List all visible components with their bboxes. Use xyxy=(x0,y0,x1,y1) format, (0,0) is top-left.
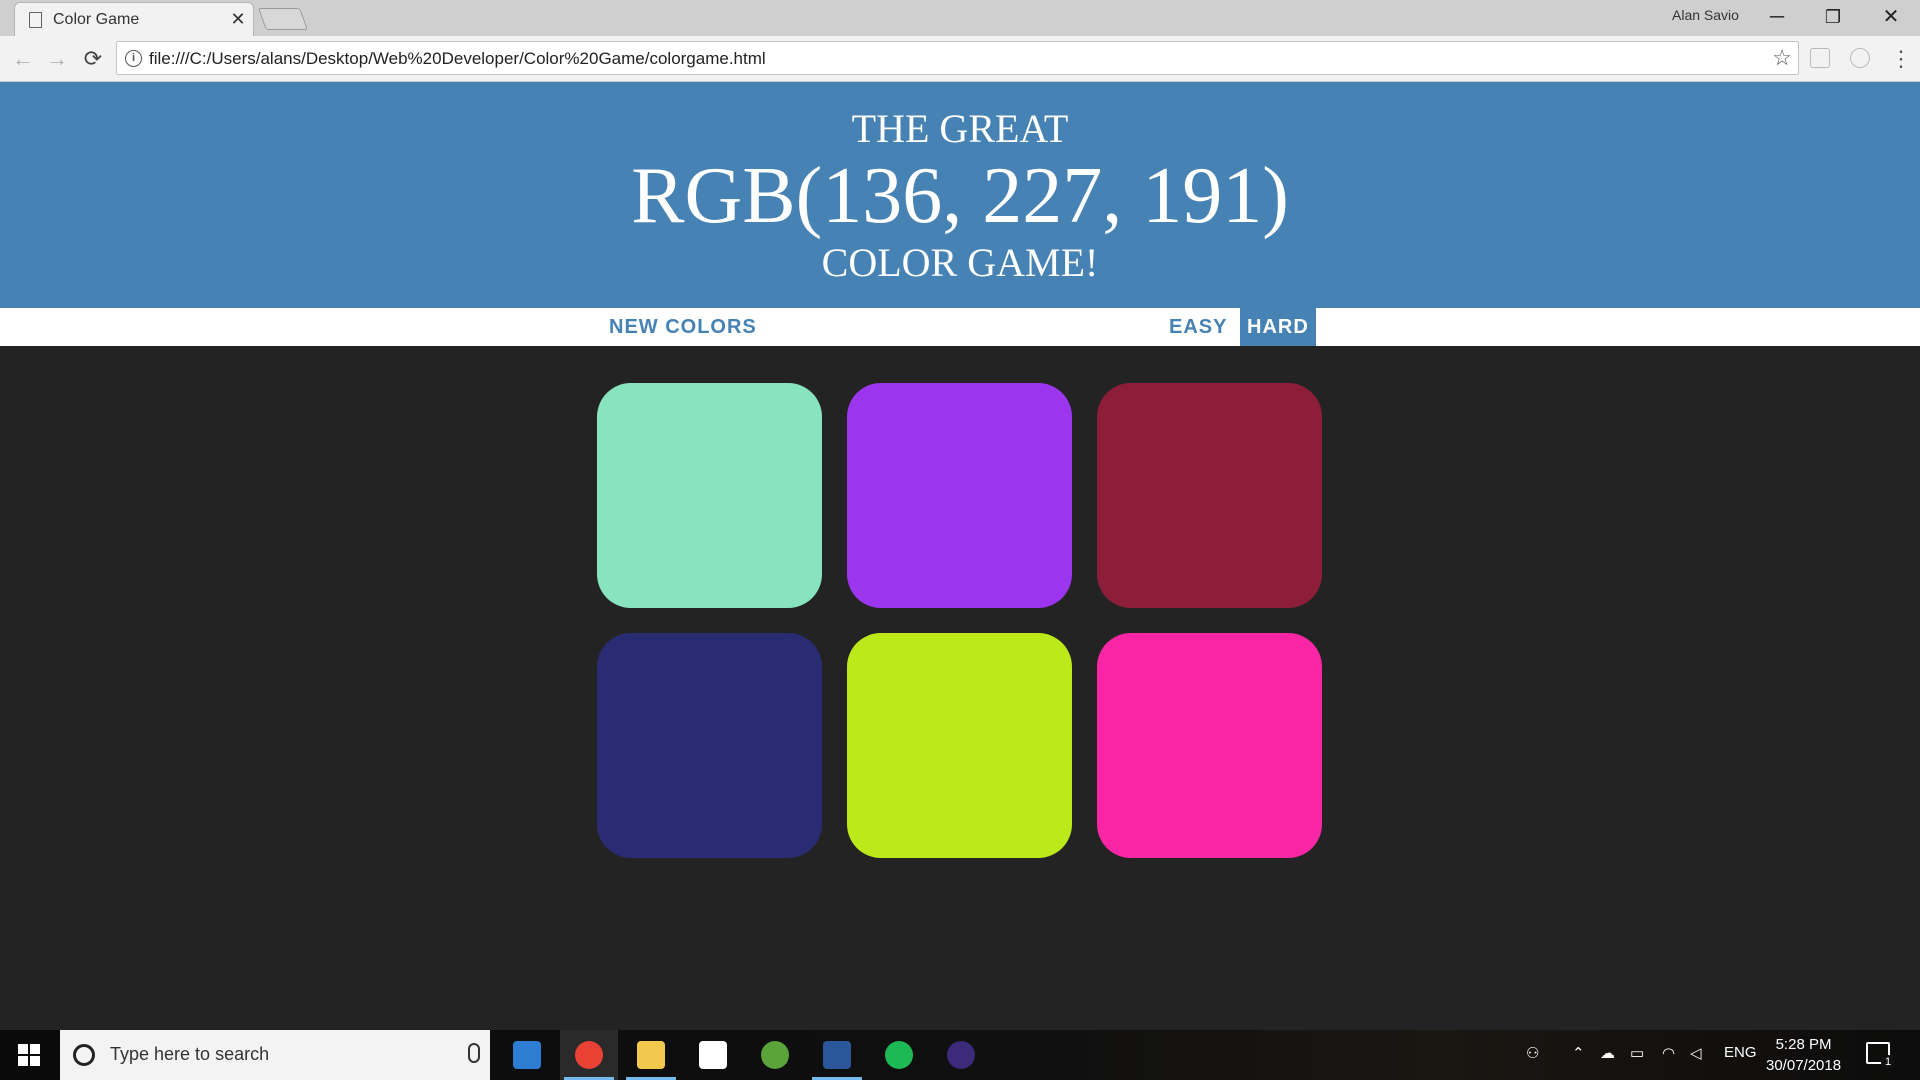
taskbar-app-mail[interactable] xyxy=(684,1030,742,1080)
show-hidden-icons-icon[interactable]: ⌃ xyxy=(1572,1044,1585,1062)
tab-strip: Color Game ✕ Alan Savio ─ ❐ ✕ xyxy=(0,0,1920,36)
taskbar-app-spotify[interactable] xyxy=(870,1030,928,1080)
address-bar[interactable]: i file:///C:/Users/alans/Desktop/Web%20D… xyxy=(116,41,1799,75)
bookmark-star-icon[interactable]: ☆ xyxy=(1772,45,1792,71)
color-square[interactable] xyxy=(597,633,822,858)
color-square[interactable] xyxy=(597,383,822,608)
taskbar-app-file-explorer[interactable] xyxy=(622,1030,680,1080)
minimize-button[interactable]: ─ xyxy=(1752,2,1802,32)
taskbar-app-utorrent[interactable] xyxy=(746,1030,804,1080)
title-line-1: THE GREAT xyxy=(851,106,1069,151)
taskbar-app-edge[interactable] xyxy=(498,1030,556,1080)
color-square[interactable] xyxy=(847,633,1072,858)
reload-button[interactable]: ⟳ xyxy=(78,44,108,74)
browser-chrome: Color Game ✕ Alan Savio ─ ❐ ✕ ← → ⟳ i fi… xyxy=(0,0,1920,82)
title-line-3: COLOR GAME! xyxy=(821,240,1099,285)
edge-icon xyxy=(513,1041,541,1069)
tab-color-game[interactable]: Color Game ✕ xyxy=(14,2,254,36)
url-text[interactable]: file:///C:/Users/alans/Desktop/Web%20Dev… xyxy=(149,49,766,69)
search-placeholder: Type here to search xyxy=(110,1044,270,1064)
chrome-icon xyxy=(575,1041,603,1069)
menu-icon[interactable]: ⋮ xyxy=(1890,44,1912,74)
windows-logo-icon xyxy=(18,1044,28,1054)
info-icon[interactable]: i xyxy=(125,50,142,67)
taskbar-app-eclipse[interactable] xyxy=(932,1030,990,1080)
clock[interactable]: 5:28 PM 30/07/2018 xyxy=(1766,1034,1841,1076)
easy-mode-button[interactable]: EASY xyxy=(1162,308,1234,346)
clock-date: 30/07/2018 xyxy=(1766,1057,1842,1074)
taskbar-search[interactable]: Type here to search xyxy=(60,1030,490,1080)
color-square[interactable] xyxy=(1097,383,1322,608)
start-button[interactable] xyxy=(0,1030,58,1080)
color-square[interactable] xyxy=(1097,633,1322,858)
windows-logo-icon xyxy=(18,1056,28,1066)
windows-logo-icon xyxy=(30,1044,40,1054)
color-square[interactable] xyxy=(847,383,1072,608)
page-content: THE GREAT RGB(136, 227, 191) COLOR GAME!… xyxy=(0,82,1920,1030)
forward-button[interactable]: → xyxy=(42,44,72,74)
profile-name[interactable]: Alan Savio xyxy=(1672,7,1739,23)
microphone-icon[interactable] xyxy=(468,1043,480,1063)
browser-toolbar: ← → ⟳ i file:///C:/Users/alans/Desktop/W… xyxy=(0,36,1920,82)
volume-icon[interactable]: ◁ xyxy=(1690,1044,1702,1062)
mail-icon xyxy=(699,1041,727,1069)
word-icon xyxy=(823,1041,851,1069)
game-header: THE GREAT RGB(136, 227, 191) COLOR GAME! xyxy=(0,82,1920,308)
extension-icon[interactable] xyxy=(1810,48,1830,68)
onedrive-icon[interactable]: ☁ xyxy=(1600,1044,1615,1062)
battery-icon[interactable]: ▭ xyxy=(1630,1044,1644,1062)
windows-logo-icon xyxy=(30,1056,40,1066)
taskbar-app-chrome[interactable] xyxy=(560,1030,618,1080)
taskbar-app-word[interactable] xyxy=(808,1030,866,1080)
file-explorer-icon xyxy=(637,1041,665,1069)
restore-button[interactable]: ❐ xyxy=(1808,2,1858,32)
windows-taskbar: Type here to search ⚇ ⌃ ☁ ▭ ◠ ◁ ENG 5:28… xyxy=(0,1030,1920,1080)
tab-title: Color Game xyxy=(53,11,140,28)
notification-count: 1 xyxy=(1881,1055,1895,1069)
new-tab-button[interactable] xyxy=(257,8,309,30)
back-button[interactable]: ← xyxy=(8,44,38,74)
control-stripe: NEW COLORS EASY HARD xyxy=(0,308,1920,346)
network-icon[interactable]: ◠ xyxy=(1662,1044,1675,1062)
spotify-icon xyxy=(885,1041,913,1069)
tab-close-icon[interactable]: ✕ xyxy=(229,9,247,30)
utorrent-icon xyxy=(761,1041,789,1069)
close-window-button[interactable]: ✕ xyxy=(1866,2,1916,32)
hard-mode-button[interactable]: HARD xyxy=(1240,308,1316,346)
target-color-display: RGB(136, 227, 191) xyxy=(631,152,1289,240)
page-icon xyxy=(29,12,42,28)
eclipse-icon xyxy=(947,1041,975,1069)
people-icon[interactable]: ⚇ xyxy=(1526,1044,1539,1062)
language-indicator[interactable]: ENG xyxy=(1724,1044,1757,1061)
new-colors-button[interactable]: NEW COLORS xyxy=(602,308,764,346)
cortana-icon xyxy=(73,1044,95,1066)
extension-icon[interactable] xyxy=(1850,48,1870,68)
clock-time: 5:28 PM xyxy=(1775,1036,1832,1053)
